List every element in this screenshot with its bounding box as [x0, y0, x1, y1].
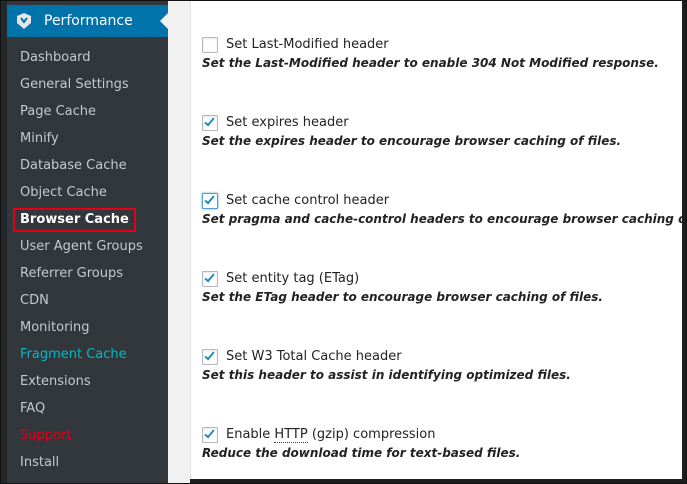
sidebar-item-extensions[interactable]: Extensions: [7, 368, 168, 395]
sidebar-item-faq[interactable]: FAQ: [7, 395, 168, 422]
w3tc-header-label[interactable]: Set W3 Total Cache header: [226, 348, 402, 366]
sidebar-item-cdn[interactable]: CDN: [7, 287, 168, 314]
sidebar-item-referrer-groups[interactable]: Referrer Groups: [7, 260, 168, 287]
http-abbr: HTTP: [274, 427, 308, 443]
menu-title: Performance: [44, 13, 133, 29]
gzip-label-prefix: Enable: [226, 427, 275, 442]
submenu: Dashboard General Settings Page Cache Mi…: [7, 44, 168, 476]
sidebar-item-database-cache[interactable]: Database Cache: [7, 152, 168, 179]
last-modified-description: Set the Last-Modified header to enable 3…: [202, 56, 659, 70]
gzip-label-suffix: (gzip) compression: [307, 427, 436, 442]
sidebar-item-browser-cache[interactable]: Browser Cache: [7, 206, 168, 233]
expires-description: Set the expires header to encourage brow…: [202, 134, 622, 148]
sidebar-item-install[interactable]: Install: [7, 449, 168, 476]
content-gutter: [168, 1, 190, 483]
option-cache-control: Set cache control header Set pragma and …: [202, 192, 687, 227]
etag-label[interactable]: Set entity tag (ETag): [226, 270, 359, 288]
sidebar-item-user-agent-groups[interactable]: User Agent Groups: [7, 233, 168, 260]
sidebar-item-minify[interactable]: Minify: [7, 125, 168, 152]
sidebar-item-page-cache[interactable]: Page Cache: [7, 98, 168, 125]
check-icon: [204, 271, 215, 283]
sidebar-item-fragment-cache[interactable]: Fragment Cache: [7, 341, 168, 368]
gzip-label[interactable]: Enable HTTP (gzip) compression: [226, 426, 435, 444]
check-icon: [204, 349, 215, 361]
w3tc-header-checkbox[interactable]: [202, 349, 218, 365]
gzip-checkbox[interactable]: [202, 427, 218, 443]
option-w3tc-header: Set W3 Total Cache header Set this heade…: [202, 348, 682, 383]
check-icon: [204, 115, 215, 127]
check-icon: [204, 427, 215, 439]
cache-control-checkbox[interactable]: [202, 193, 218, 209]
admin-sidebar: Performance Dashboard General Settings P…: [7, 1, 168, 483]
current-menu-arrow-icon: [160, 13, 168, 29]
sidebar-item-object-cache[interactable]: Object Cache: [7, 179, 168, 206]
sidebar-item-monitoring[interactable]: Monitoring: [7, 314, 168, 341]
etag-checkbox[interactable]: [202, 271, 218, 287]
option-last-modified: Set Last-Modified header Set the Last-Mo…: [202, 36, 682, 71]
gzip-description: Reduce the download time for text-based …: [202, 446, 521, 460]
w3tc-header-description: Set this header to assist in identifying…: [202, 368, 571, 382]
sidebar-item-support[interactable]: Support: [7, 422, 168, 449]
settings-panel: Set Last-Modified header Set the Last-Mo…: [190, 1, 687, 479]
check-icon: [204, 193, 215, 205]
expires-checkbox[interactable]: [202, 115, 218, 131]
expires-label[interactable]: Set expires header: [226, 114, 349, 132]
option-gzip: Enable HTTP (gzip) compression Reduce th…: [202, 426, 682, 461]
menu-performance[interactable]: Performance: [7, 5, 168, 37]
sidebar-item-general-settings[interactable]: General Settings: [7, 71, 168, 98]
sidebar-item-browser-cache-label: Browser Cache: [13, 208, 136, 232]
option-expires: Set expires header Set the expires heade…: [202, 114, 682, 149]
scrollbar[interactable]: [682, 1, 686, 483]
bottom-edge: [190, 479, 682, 483]
last-modified-label[interactable]: Set Last-Modified header: [226, 36, 389, 54]
cache-control-description: Set pragma and cache-control headers to …: [202, 212, 687, 226]
last-modified-checkbox[interactable]: [202, 37, 218, 53]
etag-description: Set the ETag header to encourage browser…: [202, 290, 603, 304]
w3tc-logo-icon: [17, 13, 31, 29]
option-etag: Set entity tag (ETag) Set the ETag heade…: [202, 270, 682, 305]
sidebar-item-dashboard[interactable]: Dashboard: [7, 44, 168, 71]
window: Performance Dashboard General Settings P…: [0, 0, 687, 484]
cache-control-label[interactable]: Set cache control header: [226, 192, 389, 210]
